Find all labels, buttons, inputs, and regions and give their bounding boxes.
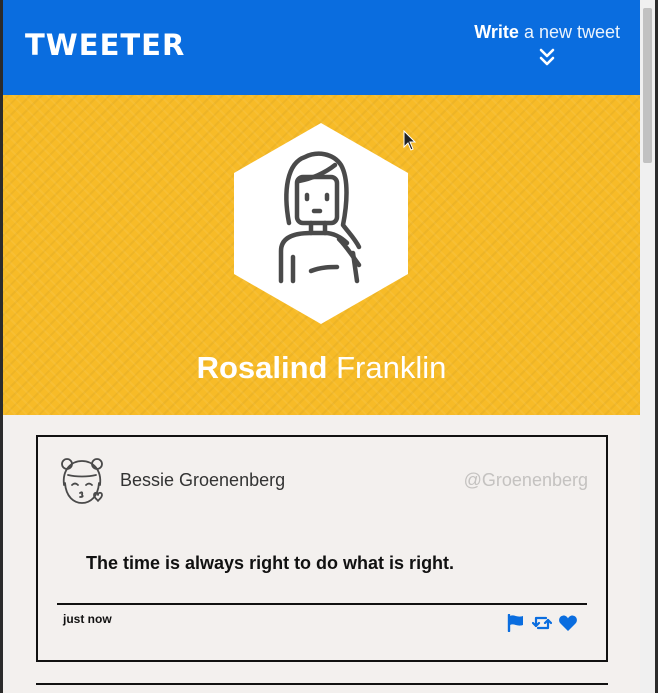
scrollbar[interactable] <box>640 0 655 693</box>
retweet-icon[interactable] <box>532 614 552 632</box>
page: TWEETER Write a new tweet Rosalind Frank… <box>3 0 640 693</box>
scrollbar-thumb[interactable] <box>643 8 652 163</box>
brand-logo[interactable]: TWEETER <box>25 28 185 62</box>
write-tweet-toggle[interactable]: Write a new tweet <box>474 22 620 67</box>
flag-icon[interactable] <box>506 614 526 632</box>
tweet-actions <box>506 614 578 632</box>
profile-header: Rosalind Franklin <box>3 95 640 415</box>
heart-icon[interactable] <box>558 614 578 632</box>
compose-rest-label: a new tweet <box>523 22 620 42</box>
kissing-girl-avatar-icon <box>61 458 103 504</box>
double-chevron-down-icon[interactable] <box>538 47 556 67</box>
navbar: TWEETER Write a new tweet <box>3 0 640 95</box>
tweet-author-name[interactable]: Bessie Groenenberg <box>120 470 285 491</box>
next-tweet-border <box>36 683 608 685</box>
profile-last-name: Franklin <box>336 350 447 385</box>
tweet-divider <box>57 603 587 605</box>
tweet-text: The time is always right to do what is r… <box>86 553 455 573</box>
compose-bold-label: Write <box>474 22 519 42</box>
woman-avatar-icon <box>234 123 408 324</box>
profile-first-name: Rosalind <box>196 350 328 385</box>
tweet-author-handle[interactable]: @Groenenberg <box>464 470 588 491</box>
tweet-card: Bessie Groenenberg @Groenenberg The time… <box>36 435 608 662</box>
profile-name: Rosalind Franklin <box>3 350 640 386</box>
tweet-timestamp: just now <box>63 612 112 626</box>
mouse-cursor-icon <box>403 130 417 151</box>
